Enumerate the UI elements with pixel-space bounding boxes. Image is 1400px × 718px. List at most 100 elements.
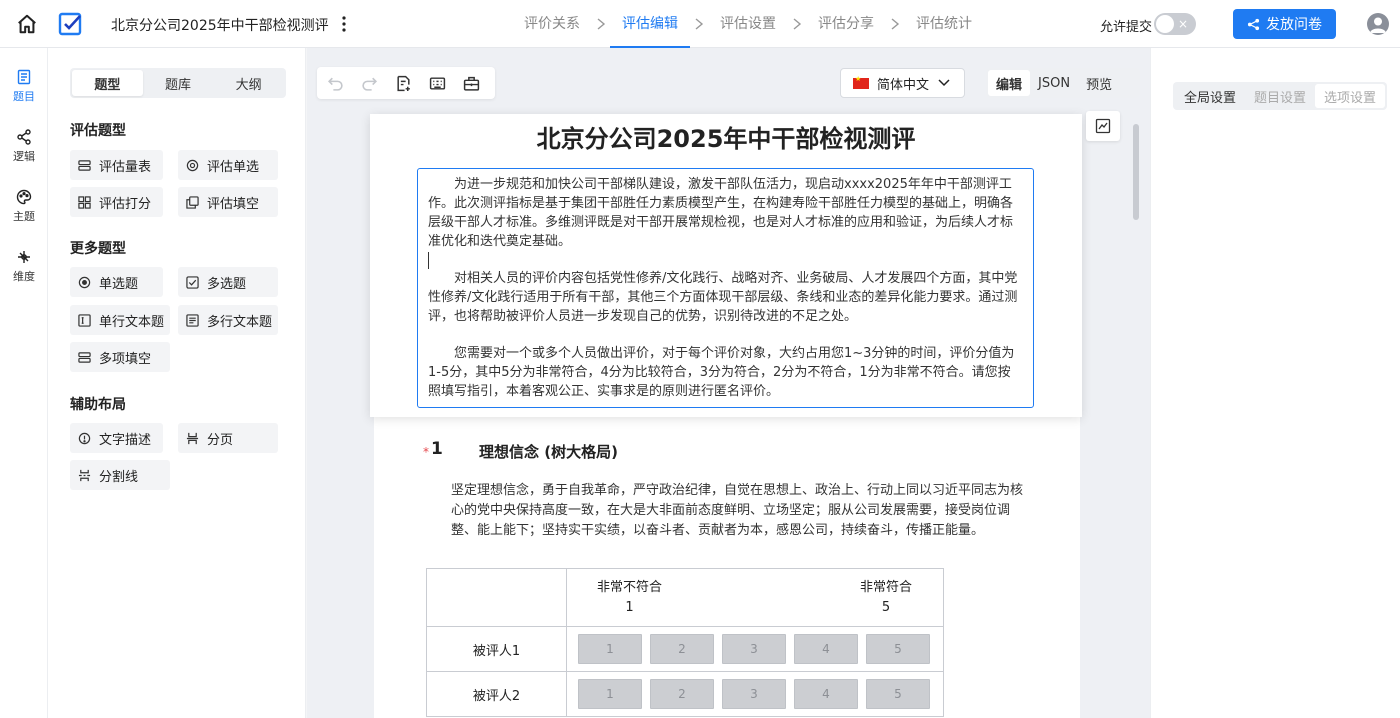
copy-box-icon <box>186 195 199 209</box>
component-single-choice[interactable]: 单选题 <box>70 267 163 297</box>
left-rail: 题目 逻辑 主题 维度 <box>0 48 48 718</box>
scale-option-button[interactable]: 3 <box>722 634 786 664</box>
intro-paragraph: 为进一步规范和加快公司干部梯队建设，激发干部队伍活力，现启动xxxx2025年年… <box>428 177 1014 249</box>
scale-header-cell: 非常不符合 1 非常符合 5 <box>566 568 944 627</box>
intro-paragraph: 对相关人员的评价内容包括党性修养/文化践行、战略对齐、业务破局、人才发展四个方面… <box>428 271 1018 324</box>
tab-question-settings[interactable]: 题目设置 <box>1245 84 1315 108</box>
component-multi-line-text[interactable]: 多行文本题 <box>178 305 278 335</box>
step-evaluation-edit[interactable]: 评估编辑 <box>610 0 690 48</box>
component-label: 文字描述 <box>99 432 152 448</box>
component-page-break[interactable]: 分页 <box>178 423 278 453</box>
survey-logo-icon <box>58 12 82 36</box>
rail-item-logic[interactable]: 逻辑 <box>0 129 48 164</box>
survey-intro-editor[interactable]: 为进一步规范和加快公司干部梯队建设，激发干部队伍活力，现启动xxxx2025年年… <box>417 168 1034 408</box>
component-label: 分割线 <box>99 469 139 485</box>
radio-icon <box>78 276 91 288</box>
redo-icon[interactable] <box>361 75 378 92</box>
tab-option-settings[interactable]: 选项设置 <box>1315 84 1385 108</box>
intro-blank-line <box>428 326 1023 344</box>
user-avatar-icon[interactable] <box>1367 13 1389 35</box>
component-label: 单选题 <box>99 276 139 292</box>
component-label: 评估打分 <box>99 196 152 212</box>
tab-question-bank[interactable]: 题库 <box>143 70 214 96</box>
keyboard-icon[interactable] <box>429 75 446 92</box>
rail-item-label: 主题 <box>13 210 35 223</box>
scale-option-button[interactable]: 4 <box>794 679 858 709</box>
toolbox-icon[interactable] <box>463 75 480 92</box>
scale-option-button[interactable]: 5 <box>866 634 930 664</box>
allow-submit-toggle[interactable]: × <box>1154 13 1196 35</box>
scale-options: 1 2 3 4 5 <box>566 671 944 717</box>
question-number: 1 <box>431 439 443 459</box>
tab-global-settings[interactable]: 全局设置 <box>1175 84 1245 108</box>
publish-survey-button[interactable]: 发放问卷 <box>1233 9 1336 39</box>
chart-tool-button[interactable] <box>1086 111 1120 141</box>
language-select[interactable]: 简体中文 <box>840 68 965 98</box>
step-evaluation-share[interactable]: 评估分享 <box>806 0 886 48</box>
language-label: 简体中文 <box>877 77 930 93</box>
dimension-icon <box>18 251 30 263</box>
required-mark: * <box>423 445 429 459</box>
tab-json[interactable]: JSON <box>1030 70 1078 96</box>
toggle-off-mark: × <box>1177 17 1188 31</box>
tab-outline[interactable]: 大纲 <box>213 70 284 96</box>
survey-title[interactable]: 北京分公司2025年中干部检视测评 <box>111 15 329 35</box>
rail-item-questions[interactable]: 题目 <box>0 69 48 104</box>
editor-toolbar <box>317 67 495 99</box>
step-evaluation-settings[interactable]: 评估设置 <box>708 0 788 48</box>
component-rating-single[interactable]: 评估单选 <box>178 150 278 180</box>
component-label: 单行文本题 <box>99 314 165 330</box>
text-cursor <box>428 252 429 269</box>
more-vertical-icon[interactable] <box>336 14 352 34</box>
component-label: 多行文本题 <box>207 314 273 330</box>
home-icon[interactable] <box>16 13 38 35</box>
scale-option-button[interactable]: 2 <box>650 679 714 709</box>
rating-matrix: 非常不符合 1 非常符合 5 被评人1 1 2 3 4 5 被评人2 1 2 3… <box>426 568 944 717</box>
page-break-icon <box>186 432 199 444</box>
settings-tabs: 全局设置 题目设置 选项设置 <box>1173 82 1387 110</box>
scale-option-button[interactable]: 2 <box>650 634 714 664</box>
china-flag-icon <box>853 75 869 89</box>
insert-doc-icon[interactable] <box>395 75 412 92</box>
settings-panel: 全局设置 题目设置 选项设置 <box>1150 48 1400 718</box>
scale-low: 非常不符合 1 <box>597 578 662 618</box>
component-single-line-text[interactable]: 单行文本题 <box>70 305 170 335</box>
component-rating-fill[interactable]: 评估填空 <box>178 187 278 217</box>
step-navigation: 评价关系 评估编辑 评估设置 评估分享 评估统计 <box>512 0 984 48</box>
survey-header-card[interactable]: 北京分公司2025年中干部检视测评 为进一步规范和加快公司干部梯队建设，激发干部… <box>370 114 1082 417</box>
component-divider[interactable]: 分割线 <box>70 460 170 490</box>
undo-icon[interactable] <box>327 75 344 92</box>
rail-item-label: 逻辑 <box>13 150 35 163</box>
scale-option-button[interactable]: 1 <box>578 679 642 709</box>
rail-item-dimension[interactable]: 维度 <box>0 249 48 284</box>
chart-icon <box>1095 118 1111 134</box>
scale-option-button[interactable]: 1 <box>578 634 642 664</box>
textarea-icon <box>186 313 199 327</box>
component-multiple-choice[interactable]: 多选题 <box>178 267 278 297</box>
tab-edit[interactable]: 编辑 <box>988 70 1031 96</box>
survey-doc-title[interactable]: 北京分公司2025年中干部检视测评 <box>370 119 1082 154</box>
question-title[interactable]: 理想信念 (树大格局) <box>479 441 618 462</box>
scale-option-button[interactable]: 3 <box>722 679 786 709</box>
question-list-icon <box>17 69 31 85</box>
divider-icon <box>78 469 91 481</box>
top-bar: 北京分公司2025年中干部检视测评 评价关系 评估编辑 评估设置 评估分享 评估… <box>0 0 1400 48</box>
step-evaluation-stats[interactable]: 评估统计 <box>904 0 984 48</box>
scale-option-button[interactable]: 4 <box>794 634 858 664</box>
step-evaluation-relation[interactable]: 评价关系 <box>512 0 592 48</box>
component-text-description[interactable]: 文字描述 <box>70 423 163 453</box>
logic-share-icon <box>17 129 31 145</box>
component-rating-scale[interactable]: 评估量表 <box>70 150 163 180</box>
canvas-scrollbar[interactable] <box>1133 124 1139 220</box>
rail-item-label: 维度 <box>13 270 35 283</box>
scale-option-button[interactable]: 5 <box>866 679 930 709</box>
component-label: 评估量表 <box>99 159 152 175</box>
rail-item-theme[interactable]: 主题 <box>0 189 48 224</box>
component-multi-fill[interactable]: 多项填空 <box>70 342 170 372</box>
scale-high-label: 非常符合 <box>860 580 913 595</box>
tab-preview[interactable]: 预览 <box>1078 70 1120 96</box>
info-icon <box>78 432 91 444</box>
tab-question-types[interactable]: 题型 <box>72 70 143 96</box>
question-description[interactable]: 坚定理想信念，勇于自我革命，严守政治纪律，自觉在思想上、政治上、行动上同以习近平… <box>451 481 1035 541</box>
component-rating-score[interactable]: 评估打分 <box>70 187 163 217</box>
